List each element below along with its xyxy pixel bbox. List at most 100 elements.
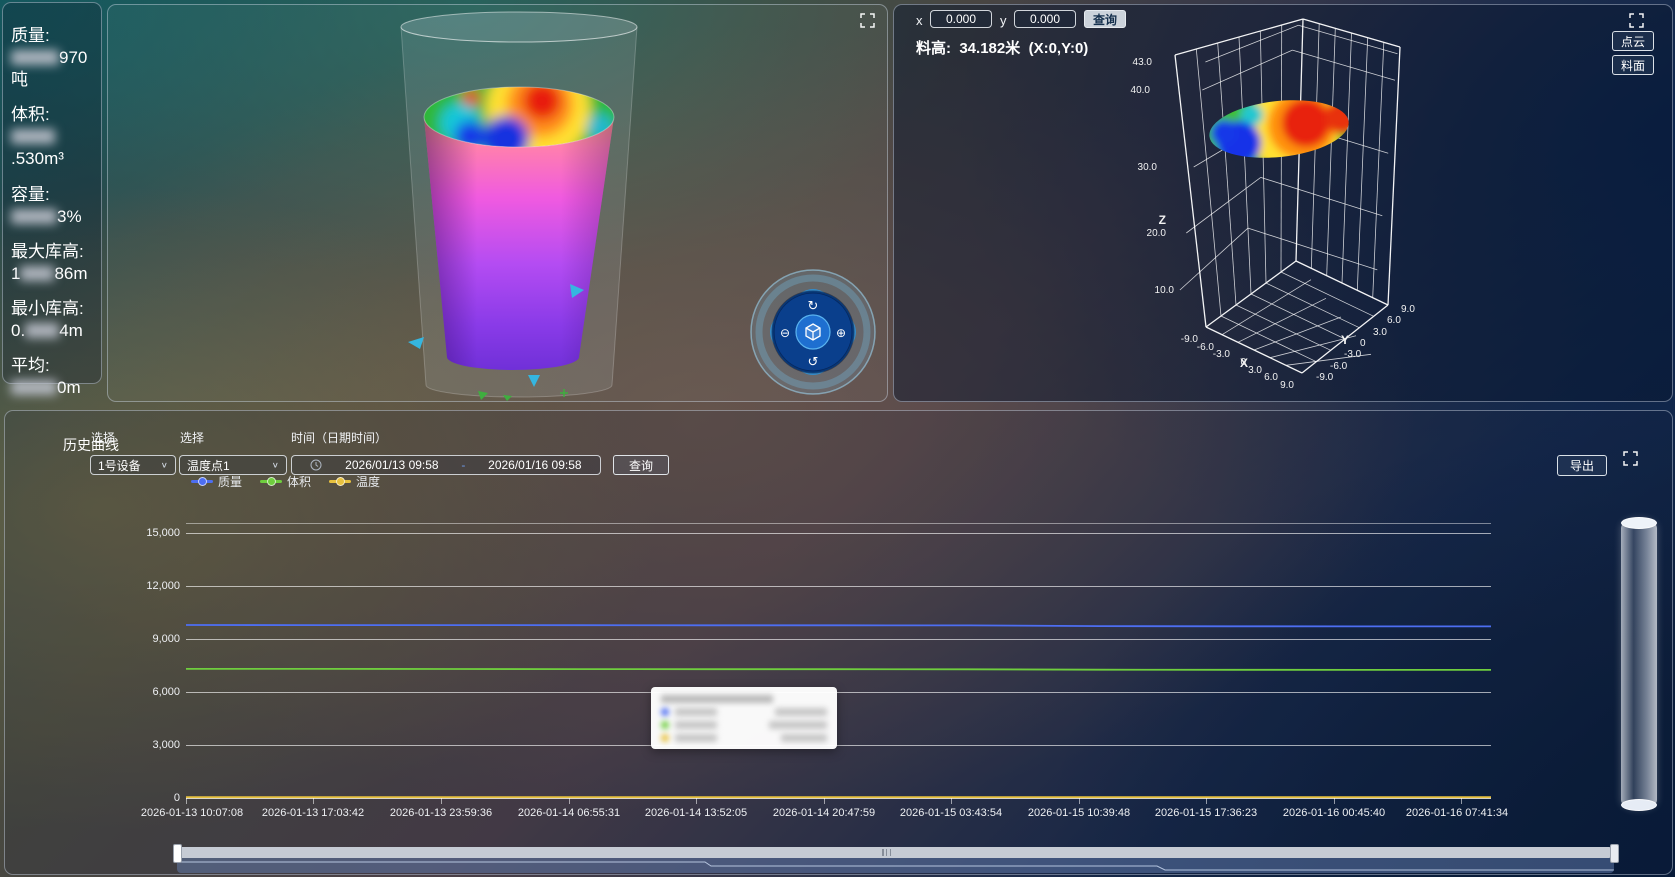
wireframe-grid — [1180, 24, 1398, 366]
x-tickmark — [824, 798, 825, 804]
series-line-体积 — [186, 669, 1491, 670]
zoom-out-icon[interactable]: ⊖ — [780, 326, 790, 340]
stat-mass: 质量: 970吨 — [11, 25, 101, 91]
chart-plot-area[interactable]: 15,000 12,000 9,000 6,000 3,000 0 2026-0… — [5, 411, 1672, 874]
z-tick: 20.0 — [1147, 228, 1167, 239]
y-axis-tick: 6,000 — [120, 686, 180, 698]
stat-value: 4m — [59, 321, 83, 340]
tooltip-title-redacted — [661, 695, 827, 703]
stat-min-height: 最小库高: 0. 4m — [11, 298, 101, 342]
x-tickmark — [696, 798, 697, 804]
stat-value: 0m — [57, 378, 81, 397]
stat-value-prefix: 1 — [11, 264, 20, 283]
x-axis-label: 2026-01-16 07:41:34 — [1406, 807, 1508, 819]
datazoom-handle-right[interactable] — [1610, 844, 1619, 863]
x-tickmark — [1334, 798, 1335, 804]
x-axis-label: 2026-01-14 13:52:05 — [645, 807, 747, 819]
stat-average: 平均: 0m — [11, 355, 101, 399]
x-axis-label: 2026-01-15 10:39:48 — [1028, 807, 1130, 819]
cylinder-bottom-cap — [1621, 799, 1657, 811]
redacted-value — [11, 380, 57, 395]
y-tick: 3.0 — [1373, 327, 1387, 338]
surface-3d-view[interactable]: 43.0 40.0 30.0 20.0 10.0 Z -9.0 -6.0 -3.… — [894, 5, 1672, 401]
x-tick: 3.0 — [1248, 365, 1262, 376]
x-axis-label: 2026-01-13 10:07:08 — [141, 807, 243, 819]
stat-label: 最小库高: — [11, 298, 101, 320]
redacted-value — [11, 209, 57, 224]
x-axis-label: 2026-01-13 17:03:42 — [262, 807, 364, 819]
rotate-down-icon[interactable]: ↺ — [808, 354, 819, 369]
cube-icon — [806, 324, 820, 340]
z-tick: 40.0 — [1131, 85, 1151, 96]
x-tickmark — [1206, 798, 1207, 804]
redacted-value — [11, 129, 55, 144]
z-tick: 10.0 — [1155, 285, 1175, 296]
y-tick: 9.0 — [1401, 304, 1415, 315]
camera-nav-widget[interactable]: ↻ ↺ ⊖ ⊕ — [743, 262, 883, 402]
stat-value: 3% — [57, 207, 82, 226]
tooltip-row-redacted — [661, 734, 827, 742]
datazoom-handle-left[interactable] — [173, 844, 182, 863]
datazoom-track[interactable] — [177, 847, 1614, 858]
x-tickmark — [1461, 798, 1462, 804]
redacted-value — [11, 50, 59, 65]
x-axis-label: 2026-01-15 17:36:23 — [1155, 807, 1257, 819]
x-tickmark — [186, 798, 187, 804]
stat-capacity: 容量: 3% — [11, 184, 101, 228]
y-axis-tick: 0 — [120, 792, 180, 804]
stat-max-height: 最大库高: 1 86m — [11, 241, 101, 285]
x-axis-label: 2026-01-14 06:55:31 — [518, 807, 620, 819]
y-axis-label: Y — [1341, 333, 1349, 347]
y-tick: 6.0 — [1387, 315, 1401, 326]
y-axis-tick: 9,000 — [120, 633, 180, 645]
x-axis-label: 2026-01-16 00:45:40 — [1283, 807, 1385, 819]
chart-series-lines — [186, 523, 1491, 813]
dashboard-root: { "stats": { "items": [ {"label": "质量:",… — [0, 0, 1675, 877]
x-tick: -3.0 — [1213, 349, 1231, 360]
x-tickmark — [441, 798, 442, 804]
rotate-up-icon[interactable]: ↻ — [808, 298, 819, 313]
level-gauge-cylinder[interactable] — [1621, 519, 1657, 809]
zoom-in-icon[interactable]: ⊕ — [836, 326, 846, 340]
datazoom-grip[interactable] — [882, 849, 891, 856]
y-tick: -9.0 — [1316, 372, 1334, 383]
stat-value: .530m³ — [11, 149, 64, 168]
z-tick: 30.0 — [1138, 162, 1158, 173]
y-tick: -6.0 — [1330, 361, 1348, 372]
y-tick: -3.0 — [1344, 349, 1362, 360]
z-axis-label: Z — [1159, 213, 1166, 227]
x-axis-label: 2026-01-14 20:47:59 — [773, 807, 875, 819]
silo-3d-panel: ↻ ↺ ⊖ ⊕ — [107, 4, 888, 402]
stat-label: 容量: — [11, 184, 101, 206]
stat-label: 最大库高: — [11, 241, 101, 263]
x-tickmark — [569, 798, 570, 804]
tooltip-row-redacted — [661, 708, 827, 716]
tooltip-row-redacted — [661, 721, 827, 729]
x-tick: 9.0 — [1280, 380, 1294, 391]
y-axis-tick: 15,000 — [120, 527, 180, 539]
stats-panel: 质量: 970吨 体积: .530m³ 容量: 3% 最大库高: 1 86m 最小… — [2, 2, 102, 384]
stat-label: 平均: — [11, 355, 101, 377]
x-axis-label: X — [1240, 356, 1248, 370]
datazoom-preview[interactable] — [177, 858, 1614, 873]
stat-label: 质量: — [11, 25, 101, 47]
z-tick: 43.0 — [1133, 57, 1153, 68]
x-tick: 6.0 — [1264, 372, 1278, 383]
x-axis-label: 2026-01-15 03:43:54 — [900, 807, 1002, 819]
redacted-value — [20, 266, 54, 281]
surface-3d-panel: x y 查询 料高: 34.182米 (X:0,Y:0) 点云 料面 — [893, 4, 1673, 402]
stat-label: 体积: — [11, 104, 101, 126]
datazoom-preview-line — [177, 858, 1614, 873]
stat-value: 86m — [54, 264, 87, 283]
x-tickmark — [313, 798, 314, 804]
stat-volume: 体积: .530m³ — [11, 104, 101, 170]
history-panel: 历史曲线 选择 1号设备 ∨ 选择 温度点1 ∨ 时间（日期时间） 2026/0… — [4, 410, 1673, 875]
y-axis-tick: 12,000 — [120, 580, 180, 592]
x-tickmark — [951, 798, 952, 804]
stat-value-prefix: 0. — [11, 321, 25, 340]
x-axis-label: 2026-01-13 23:59:36 — [390, 807, 492, 819]
series-line-质量 — [186, 625, 1491, 626]
cylinder-top-cap — [1621, 517, 1657, 529]
x-tickmark — [1079, 798, 1080, 804]
redacted-value — [25, 323, 59, 338]
